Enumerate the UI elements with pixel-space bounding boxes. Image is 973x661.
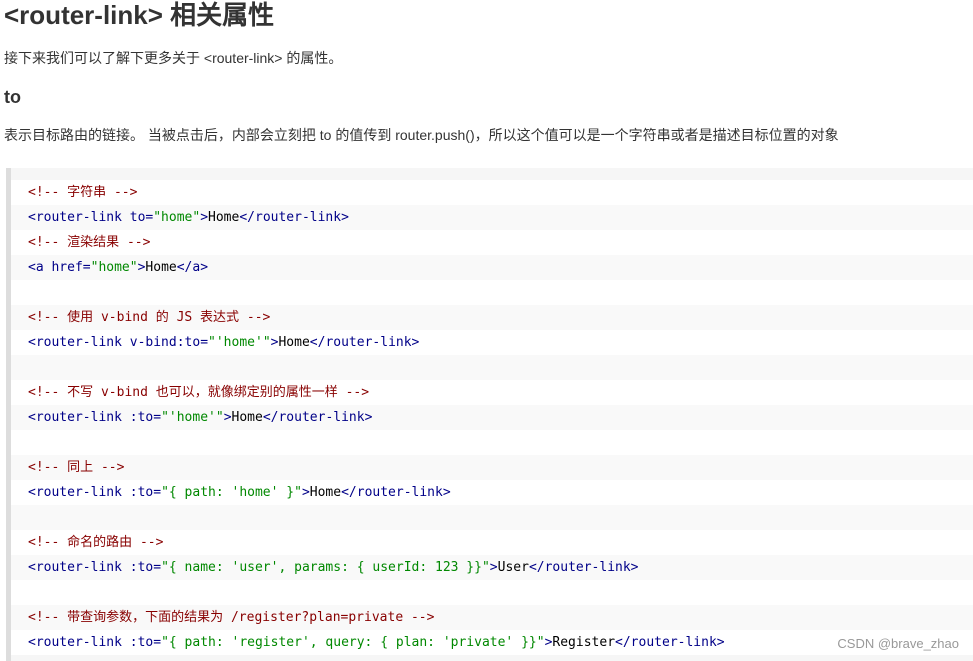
- code-token-text: Home: [231, 410, 263, 425]
- code-token-comment: <!-- 渲染结果 -->: [28, 235, 151, 250]
- code-token-tag: </router-link>: [528, 560, 639, 575]
- code-token-attr: :to=: [129, 635, 162, 650]
- code-token-str: "home": [90, 260, 138, 275]
- to-description: 表示目标路由的链接。 当被点击后，内部会立刻把 to 的值传到 router.p…: [4, 127, 839, 143]
- code-line: <router-link to="home">Home</router-link…: [11, 205, 973, 230]
- code-token-attr: :to=: [129, 485, 162, 500]
- code-token-tag: </router-link>: [309, 335, 420, 350]
- section-title-to: to: [4, 87, 21, 107]
- code-token-tag: <router-link: [28, 485, 130, 500]
- code-token-tag: <router-link: [28, 560, 130, 575]
- code-token-comment: <!-- 带查询参数，下面的结果为 /register?plan=private…: [28, 610, 435, 625]
- code-token-comment: <!-- 同上 -->: [28, 460, 125, 475]
- code-line: [11, 580, 973, 605]
- code-line: <!-- 字符串 -->: [11, 180, 973, 205]
- code-token-str: "home": [153, 210, 201, 225]
- code-token-attr: v-bind:to=: [129, 335, 209, 350]
- code-token-tag: <router-link: [28, 335, 130, 350]
- code-token-str: "'home'": [208, 335, 271, 350]
- code-token-str: "{ path: 'register', query: { plan: 'pri…: [161, 635, 545, 650]
- code-token-text: User: [497, 560, 529, 575]
- code-line: <!-- 带查询参数，下面的结果为 /register?plan=private…: [11, 605, 973, 630]
- code-lines: <!-- 字符串 --> <router-link to="home">Home<…: [11, 180, 973, 655]
- code-token-text: Home: [278, 335, 310, 350]
- code-token-comment: <!-- 使用 v-bind 的 JS 表达式 -->: [28, 310, 271, 325]
- code-token-tag: >: [489, 560, 498, 575]
- code-line: <router-link :to="'home'">Home</router-l…: [11, 405, 973, 430]
- code-token-tag: <router-link: [28, 410, 130, 425]
- code-token-text: Home: [309, 485, 342, 500]
- code-line: <!-- 同上 -->: [11, 455, 973, 480]
- code-line: <!-- 不写 v-bind 也可以，就像绑定别的属性一样 -->: [11, 380, 973, 405]
- code-block[interactable]: <!-- 字符串 --> <router-link to="home">Home<…: [6, 168, 973, 661]
- code-token-tag: </router-link>: [615, 635, 725, 650]
- code-token-tag: <router-link: [28, 210, 130, 225]
- code-token-comment: <!-- 命名的路由 -->: [28, 535, 164, 550]
- code-line: [11, 280, 973, 305]
- code-token-tag: >: [200, 210, 209, 225]
- code-token-tag: </router-link>: [239, 210, 349, 225]
- code-token-attr: href=: [51, 260, 91, 275]
- code-token-attr: :to=: [129, 560, 162, 575]
- code-line: [11, 505, 973, 530]
- code-token-text: Register: [552, 635, 616, 650]
- csdn-watermark: CSDN @brave_zhao: [837, 636, 959, 651]
- article-page: <router-link> 相关属性 接下来我们可以了解下更多关于 <route…: [0, 0, 973, 661]
- code-token-str: "{ path: 'home' }": [161, 485, 302, 500]
- code-token-str: "'home'": [161, 410, 224, 425]
- code-token-tag: <router-link: [28, 635, 130, 650]
- code-line: <!-- 命名的路由 -->: [11, 530, 973, 555]
- code-token-tag: <a: [28, 260, 52, 275]
- code-line: [11, 430, 973, 455]
- code-token-text: Home: [145, 260, 177, 275]
- page-title: <router-link> 相关属性: [4, 0, 275, 30]
- intro-paragraph: 接下来我们可以了解下更多关于 <router-link> 的属性。: [4, 50, 343, 66]
- code-line: <a href="home">Home</a>: [11, 255, 973, 280]
- code-token-attr: to=: [129, 210, 154, 225]
- code-line: <!-- 渲染结果 -->: [11, 230, 973, 255]
- code-line: <!-- 使用 v-bind 的 JS 表达式 -->: [11, 305, 973, 330]
- code-line: <router-link v-bind:to="'home'">Home</ro…: [11, 330, 973, 355]
- code-token-str: "{ name: 'user', params: { userId: 123 }…: [161, 560, 490, 575]
- code-token-tag: >: [301, 485, 310, 500]
- code-token-tag: </router-link>: [262, 410, 373, 425]
- code-line: <router-link :to="{ path: 'register', qu…: [11, 630, 973, 655]
- code-line: <router-link :to="{ path: 'home' }">Home…: [11, 480, 973, 505]
- code-token-tag: </router-link>: [341, 485, 451, 500]
- code-token-comment: <!-- 字符串 -->: [28, 185, 138, 200]
- code-line: <router-link :to="{ name: 'user', params…: [11, 555, 973, 580]
- code-token-text: Home: [208, 210, 240, 225]
- code-line: [11, 355, 973, 380]
- code-token-comment: <!-- 不写 v-bind 也可以，就像绑定别的属性一样 -->: [28, 385, 370, 400]
- code-token-attr: :to=: [129, 410, 162, 425]
- code-token-tag: </a>: [176, 260, 209, 275]
- code-token-tag: >: [223, 410, 232, 425]
